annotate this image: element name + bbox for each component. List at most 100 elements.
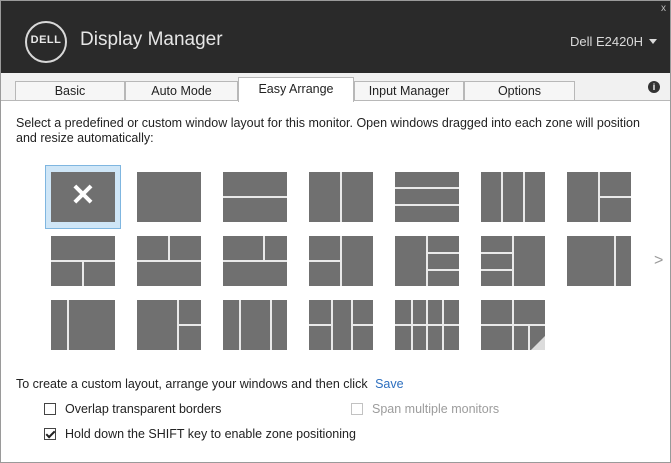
- overlap-borders-checkbox[interactable]: [44, 403, 56, 415]
- monitor-selector[interactable]: Dell E2420H: [570, 34, 657, 49]
- zone-divider: [426, 236, 428, 286]
- tab-bar: Basic Auto Mode Easy Arrange Input Manag…: [1, 73, 670, 102]
- close-icon: ✕: [70, 179, 96, 212]
- tab-auto-mode[interactable]: Auto Mode: [125, 81, 238, 101]
- zone-divider: [309, 260, 340, 262]
- layout-thumbnail: [395, 300, 459, 350]
- layout-option[interactable]: [303, 229, 379, 293]
- zone-divider: [340, 172, 342, 222]
- dell-logo: DELL: [25, 21, 67, 63]
- layout-option[interactable]: [45, 293, 121, 357]
- layout-option[interactable]: [131, 229, 207, 293]
- zone-divider: [137, 260, 201, 262]
- zone-divider: [501, 172, 503, 222]
- info-icon[interactable]: i: [648, 81, 660, 93]
- layout-thumbnail: [51, 236, 115, 286]
- tab-input-manager[interactable]: Input Manager: [354, 81, 464, 101]
- custom-layout-text: To create a custom layout, arrange your …: [16, 377, 368, 391]
- zone-divider: [523, 172, 525, 222]
- zone-divider: [239, 300, 241, 350]
- layout-thumbnail: [223, 172, 287, 222]
- zone-divider: [223, 260, 287, 262]
- tab-easy-arrange[interactable]: Easy Arrange: [238, 77, 354, 102]
- layout-thumbnail: [481, 172, 545, 222]
- instructions-text: Select a predefined or custom window lay…: [16, 116, 640, 145]
- close-icon[interactable]: x: [661, 3, 666, 14]
- next-page-icon[interactable]: >: [654, 252, 663, 270]
- layout-none-option[interactable]: ✕: [45, 165, 121, 229]
- layout-thumbnail: [309, 300, 373, 350]
- tab-options[interactable]: Options: [464, 81, 575, 101]
- layout-thumbnail: [395, 172, 459, 222]
- layout-option[interactable]: [389, 165, 465, 229]
- layout-option[interactable]: [389, 293, 465, 357]
- layout-thumbnail: [481, 300, 545, 350]
- shift-key-checkbox[interactable]: [44, 428, 56, 440]
- logo-text: DELL: [30, 34, 62, 46]
- layout-option[interactable]: [217, 165, 293, 229]
- layout-thumbnail: [309, 172, 373, 222]
- layout-option[interactable]: [217, 229, 293, 293]
- layout-option[interactable]: [131, 293, 207, 357]
- zone-divider: [331, 300, 333, 350]
- custom-layout-hint: To create a custom layout, arrange your …: [16, 377, 404, 391]
- zone-divider: [168, 236, 170, 260]
- zone-divider: [395, 204, 459, 206]
- zone-divider: [481, 252, 512, 254]
- layout-thumbnail: [223, 236, 287, 286]
- layout-option[interactable]: [561, 165, 637, 229]
- layout-thumbnail: [51, 300, 115, 350]
- layout-option[interactable]: [561, 229, 637, 293]
- save-link[interactable]: Save: [375, 377, 404, 391]
- zone-divider: [614, 236, 616, 286]
- layout-option[interactable]: [475, 229, 551, 293]
- overlap-borders-label: Overlap transparent borders: [65, 402, 222, 416]
- zone-divider: [442, 300, 444, 350]
- layout-thumbnail: [567, 236, 631, 286]
- monitor-name: Dell E2420H: [570, 34, 643, 49]
- app-title: Display Manager: [80, 29, 223, 50]
- span-monitors-checkbox: [351, 403, 363, 415]
- shift-key-option[interactable]: Hold down the SHIFT key to enable zone p…: [44, 427, 356, 441]
- zone-divider: [481, 269, 512, 271]
- zone-divider: [67, 300, 69, 350]
- span-monitors-label: Span multiple monitors: [372, 402, 500, 416]
- overlap-borders-option[interactable]: Overlap transparent borders: [44, 402, 221, 416]
- title-bar: DELL Display Manager Dell E2420H x: [1, 1, 670, 73]
- span-monitors-option: Span multiple monitors: [351, 402, 499, 416]
- zone-divider: [263, 236, 265, 260]
- zone-divider: [309, 324, 331, 326]
- layout-option[interactable]: [303, 165, 379, 229]
- shift-key-label: Hold down the SHIFT key to enable zone p…: [65, 427, 356, 441]
- resize-corner-icon: [531, 336, 545, 350]
- layout-thumbnail: [481, 236, 545, 286]
- zone-divider: [340, 236, 342, 286]
- zone-divider: [351, 324, 373, 326]
- display-manager-window: DELL Display Manager Dell E2420H x Basic…: [0, 0, 671, 463]
- zone-divider: [270, 300, 272, 350]
- layout-thumbnail: [137, 172, 201, 222]
- layout-thumbnail: [137, 300, 201, 350]
- zone-divider: [528, 324, 530, 350]
- zone-divider: [82, 260, 84, 286]
- zone-divider: [395, 187, 459, 189]
- zone-divider: [426, 269, 459, 271]
- chevron-down-icon: [649, 39, 657, 44]
- layout-option[interactable]: [389, 229, 465, 293]
- layout-option[interactable]: [475, 293, 551, 357]
- layout-thumbnail: ✕: [51, 172, 115, 222]
- zone-divider: [177, 324, 201, 326]
- layout-option[interactable]: [217, 293, 293, 357]
- layout-option[interactable]: [303, 293, 379, 357]
- zone-divider: [512, 236, 514, 286]
- layout-option[interactable]: [45, 229, 121, 293]
- layout-thumbnail: [223, 300, 287, 350]
- zone-divider: [426, 300, 428, 350]
- layout-thumbnail: [395, 236, 459, 286]
- layout-thumbnail: [567, 172, 631, 222]
- layout-option[interactable]: [131, 165, 207, 229]
- zone-divider: [598, 196, 631, 198]
- tab-basic[interactable]: Basic: [15, 81, 125, 101]
- zone-divider: [223, 196, 287, 198]
- layout-option[interactable]: [475, 165, 551, 229]
